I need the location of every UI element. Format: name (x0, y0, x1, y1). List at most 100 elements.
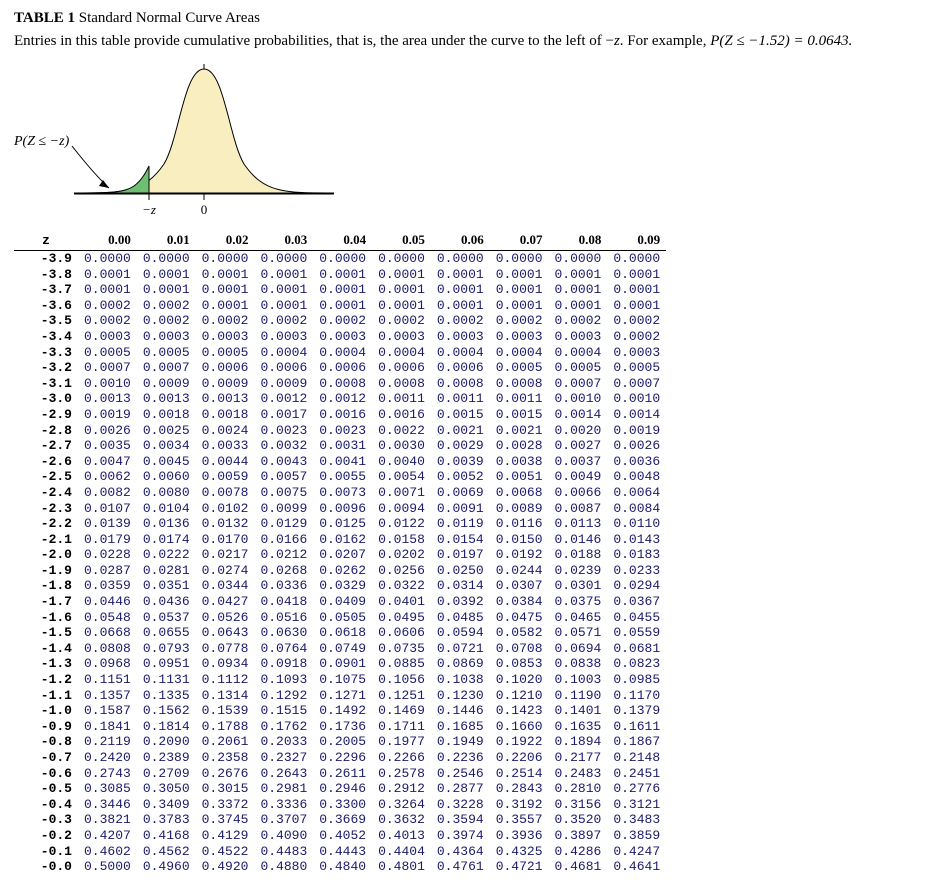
col-header: 0.07 (490, 230, 549, 251)
table-row: -0.90.18410.18140.17880.17620.17360.1711… (14, 719, 666, 735)
z-cell: 0.0032 (254, 438, 313, 454)
z-cell: 0.0055 (313, 469, 372, 485)
z-cell: 0.2090 (137, 734, 196, 750)
z-cell: 0.0027 (549, 438, 608, 454)
z-cell: 0.4090 (254, 828, 313, 844)
z-cell: 0.0985 (607, 672, 666, 688)
z-cell: 0.1003 (549, 672, 608, 688)
z-cell: 0.0005 (137, 345, 196, 361)
table-row: -1.70.04460.04360.04270.04180.04090.0401… (14, 594, 666, 610)
z-row-label: -3.7 (14, 282, 78, 298)
z-cell: 0.0505 (313, 610, 372, 626)
z-cell: 0.0000 (607, 251, 666, 267)
z-cell: 0.0034 (137, 438, 196, 454)
z-cell: 0.0721 (431, 641, 490, 657)
z-cell: 0.3745 (196, 812, 255, 828)
z-cell: 0.0003 (196, 329, 255, 345)
z-cell: 0.0901 (313, 656, 372, 672)
table-row: -3.40.00030.00030.00030.00030.00030.0003… (14, 329, 666, 345)
z-cell: 0.0516 (254, 610, 313, 626)
z-row-label: -2.2 (14, 516, 78, 532)
z-cell: 0.0039 (431, 454, 490, 470)
z-cell: 0.0869 (431, 656, 490, 672)
z-cell: 0.0681 (607, 641, 666, 657)
table-description: Entries in this table provide cumulative… (14, 33, 922, 50)
z-cell: 0.4562 (137, 844, 196, 860)
z-cell: 0.0808 (78, 641, 137, 657)
table-row: -0.80.21190.20900.20610.20330.20050.1977… (14, 734, 666, 750)
z-cell: 0.0012 (313, 391, 372, 407)
table-row: -1.40.08080.07930.07780.07640.07490.0735… (14, 641, 666, 657)
z-cell: 0.0066 (549, 485, 608, 501)
z-cell: 0.3409 (137, 797, 196, 813)
z-cell: 0.4641 (607, 859, 666, 875)
col-header: 0.06 (431, 230, 490, 251)
z-cell: 0.0001 (78, 282, 137, 298)
z-cell: 0.0001 (431, 298, 490, 314)
table-row: -0.70.24200.23890.23580.23270.22960.2266… (14, 750, 666, 766)
z-cell: 0.0003 (549, 329, 608, 345)
z-row-label: -2.4 (14, 485, 78, 501)
z-cell: 0.0102 (196, 501, 255, 517)
z-cell: 0.0668 (78, 625, 137, 641)
z-cell: 0.0000 (78, 251, 137, 267)
z-cell: 0.2946 (313, 781, 372, 797)
z-cell: 0.0150 (490, 532, 549, 548)
z-cell: 0.0089 (490, 501, 549, 517)
z-cell: 0.1539 (196, 703, 255, 719)
z-cell: 0.0006 (196, 360, 255, 376)
z-cell: 0.3446 (78, 797, 137, 813)
z-row-label: -1.5 (14, 625, 78, 641)
z-cell: 0.0548 (78, 610, 137, 626)
z-cell: 0.0028 (490, 438, 549, 454)
z-cell: 0.0001 (431, 282, 490, 298)
z-row-label: -3.6 (14, 298, 78, 314)
z-cell: 0.0018 (137, 407, 196, 423)
z-cell: 0.0022 (372, 423, 431, 439)
z-row-label: -1.4 (14, 641, 78, 657)
z-cell: 0.0091 (431, 501, 490, 517)
table-row: -1.20.11510.11310.11120.10930.10750.1056… (14, 672, 666, 688)
z-cell: 0.0217 (196, 547, 255, 563)
z-cell: 0.0049 (549, 469, 608, 485)
z-cell: 0.0344 (196, 578, 255, 594)
table-row: -2.10.01790.01740.01700.01660.01620.0158… (14, 532, 666, 548)
z-cell: 0.1251 (372, 688, 431, 704)
z-cell: 0.4801 (372, 859, 431, 875)
z-cell: 0.0934 (196, 656, 255, 672)
z-cell: 0.0002 (78, 298, 137, 314)
z-cell: 0.0013 (196, 391, 255, 407)
z-cell: 0.0001 (607, 267, 666, 283)
z-cell: 0.0041 (313, 454, 372, 470)
z-cell: 0.0011 (431, 391, 490, 407)
z-cell: 0.0001 (431, 267, 490, 283)
z-cell: 0.0336 (254, 578, 313, 594)
z-cell: 0.0001 (254, 298, 313, 314)
col-header: 0.00 (78, 230, 137, 251)
z-cell: 0.0446 (78, 594, 137, 610)
z-cell: 0.0014 (549, 407, 608, 423)
z-cell: 0.1660 (490, 719, 549, 735)
z-cell: 0.0116 (490, 516, 549, 532)
z-cell: 0.0051 (490, 469, 549, 485)
z-cell: 0.0582 (490, 625, 549, 641)
table-row: -3.50.00020.00020.00020.00020.00020.0002… (14, 313, 666, 329)
z-row-label: -0.4 (14, 797, 78, 813)
z-cell: 0.2033 (254, 734, 313, 750)
table-row: -3.20.00070.00070.00060.00060.00060.0006… (14, 360, 666, 376)
z-cell: 0.0000 (490, 251, 549, 267)
z-cell: 0.0004 (549, 345, 608, 361)
z-cell: 0.1736 (313, 719, 372, 735)
z-cell: 0.0000 (313, 251, 372, 267)
z-cell: 0.1814 (137, 719, 196, 735)
z-cell: 0.0154 (431, 532, 490, 548)
z-cell: 0.0005 (549, 360, 608, 376)
z-cell: 0.0010 (78, 376, 137, 392)
z-cell: 0.5000 (78, 859, 137, 875)
z-cell: 0.0026 (607, 438, 666, 454)
z-cell: 0.0001 (549, 267, 608, 283)
z-cell: 0.0110 (607, 516, 666, 532)
z-row-label: -0.2 (14, 828, 78, 844)
z-row-label: -0.8 (14, 734, 78, 750)
z-cell: 0.0793 (137, 641, 196, 657)
